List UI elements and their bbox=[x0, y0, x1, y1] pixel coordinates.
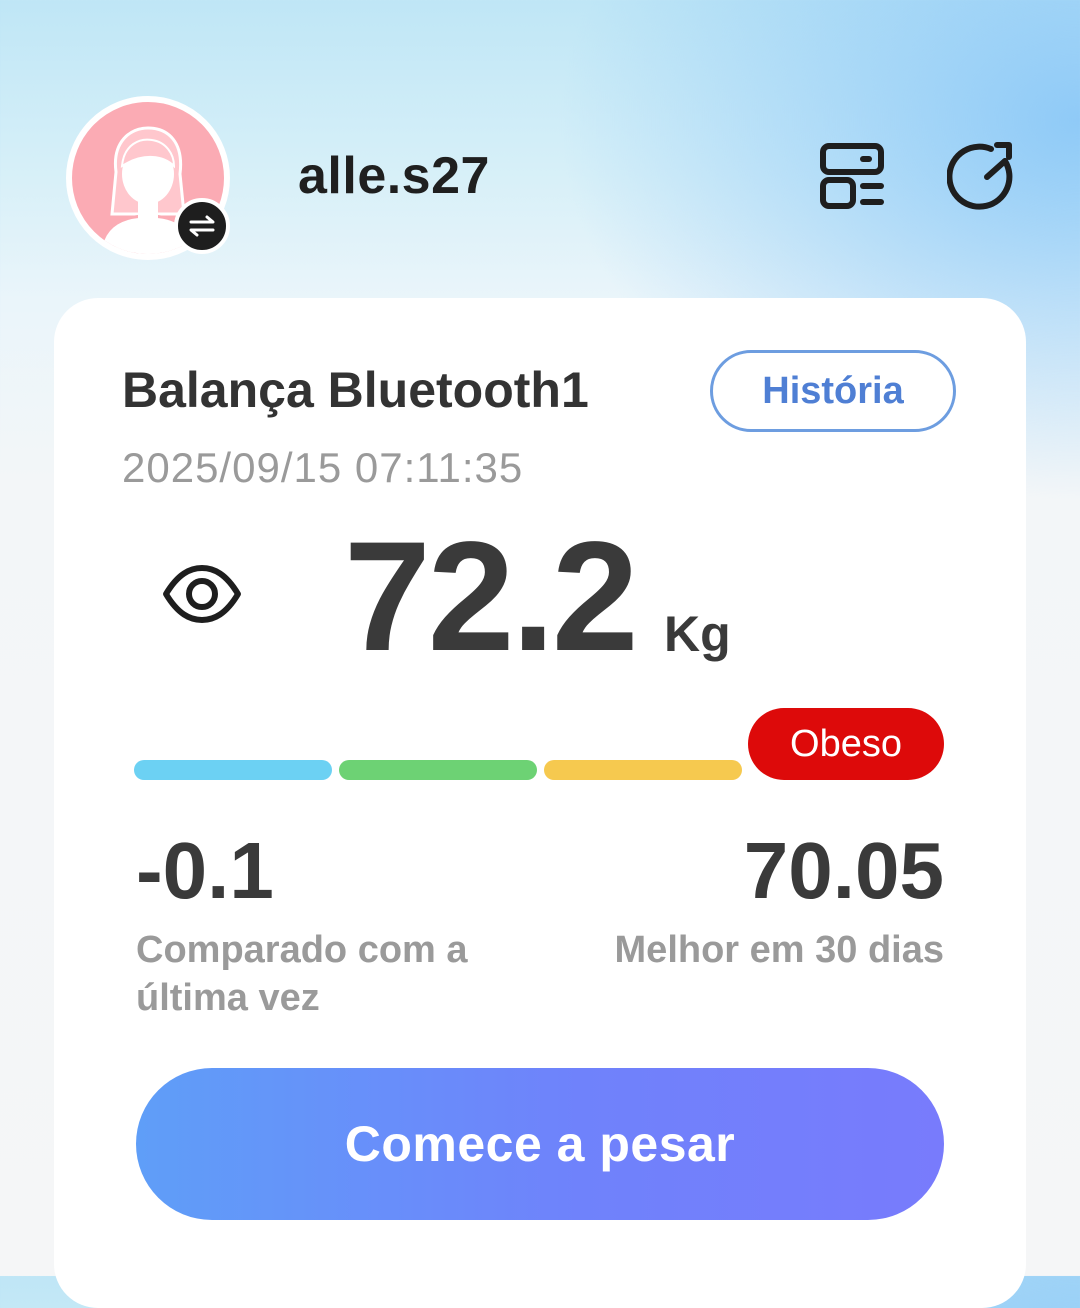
weight-value: 72.2 bbox=[344, 510, 639, 684]
device-list-icon[interactable] bbox=[814, 138, 890, 214]
bmi-segment-overweight bbox=[544, 760, 742, 780]
start-weighing-button[interactable]: Comece a pesar bbox=[136, 1068, 944, 1220]
user-avatar[interactable] bbox=[66, 96, 230, 260]
weight-card: Balança Bluetooth1 História 2025/09/15 0… bbox=[54, 298, 1026, 1308]
best-label: Melhor em 30 dias bbox=[614, 929, 944, 971]
history-button[interactable]: História bbox=[710, 350, 956, 432]
measurement-timestamp: 2025/09/15 07:11:35 bbox=[122, 444, 524, 491]
best-value: 70.05 bbox=[743, 826, 944, 915]
app-header: alle.s27 bbox=[0, 0, 1080, 300]
device-name: Balança Bluetooth1 bbox=[122, 362, 589, 418]
status-badge: Obeso bbox=[748, 708, 944, 780]
weight-unit: Kg bbox=[664, 606, 731, 662]
username: alle.s27 bbox=[298, 147, 490, 205]
switch-user-icon[interactable] bbox=[174, 198, 230, 254]
change-value: -0.1 bbox=[136, 826, 274, 915]
refresh-icon[interactable] bbox=[946, 138, 1022, 214]
eye-icon[interactable] bbox=[162, 560, 242, 628]
bmi-segment-underweight bbox=[134, 760, 332, 780]
bmi-segment-normal bbox=[339, 760, 537, 780]
change-label: Comparado com a última vez bbox=[136, 929, 468, 1019]
